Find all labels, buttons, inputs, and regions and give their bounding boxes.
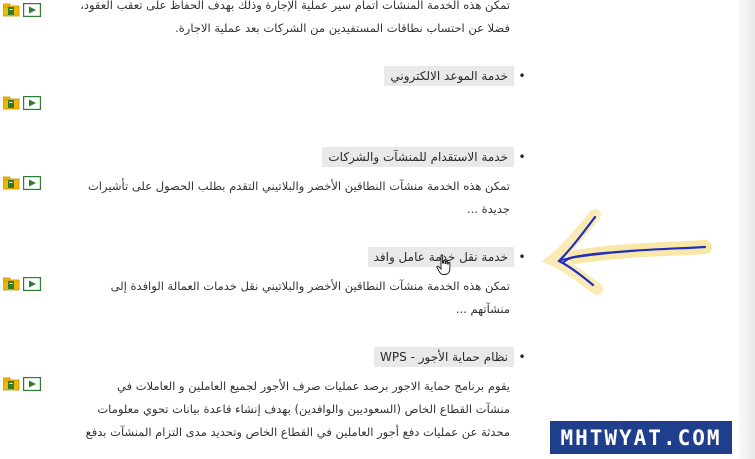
bullet: • xyxy=(518,350,526,364)
service-description: تمكن هذه الخدمة المنشآت اتمام سير عملية … xyxy=(80,0,510,35)
service-actions xyxy=(2,376,42,392)
service-title-link[interactable]: خدمة نقل خدمة عامل وافد xyxy=(367,247,514,267)
service-title-link[interactable]: نظام حماية الأجور - WPS xyxy=(374,347,514,367)
service-title-link[interactable]: خدمة الاستقدام للمنشآت والشركات xyxy=(322,147,514,167)
folder-icon[interactable] xyxy=(2,376,20,391)
bullet: • xyxy=(518,150,526,164)
service-actions xyxy=(2,2,42,18)
services-list: تمكن هذه الخدمة المنشآت اتمام سير عملية … xyxy=(0,0,530,459)
play-icon[interactable] xyxy=(22,175,42,191)
page: تمكن هذه الخدمة المنشآت اتمام سير عملية … xyxy=(0,0,755,459)
service-description: تمكن هذه الخدمة منشآت النطاقين الأخضر وا… xyxy=(110,279,510,316)
service-title-row: • خدمة الموعد الالكتروني xyxy=(384,64,530,88)
service-actions xyxy=(2,175,42,191)
service-actions xyxy=(2,276,42,292)
bullet: • xyxy=(518,69,526,83)
page-edge-shadow xyxy=(738,0,755,459)
watermark-logo: MHTWYAT.COM xyxy=(550,421,732,454)
play-icon[interactable] xyxy=(22,2,42,18)
service-title-link[interactable]: خدمة الموعد الالكتروني xyxy=(384,66,514,86)
folder-icon[interactable] xyxy=(2,175,20,190)
play-icon[interactable] xyxy=(22,95,42,111)
play-icon[interactable] xyxy=(22,276,42,292)
bullet: • xyxy=(518,250,526,264)
service-description: يقوم برنامج حماية الاجور برصد عمليات صرف… xyxy=(85,379,510,439)
service-title-row: • نظام حماية الأجور - WPS xyxy=(374,345,530,369)
folder-icon[interactable] xyxy=(2,2,20,17)
annotation-arrow-icon xyxy=(535,205,735,295)
folder-icon[interactable] xyxy=(2,95,20,110)
folder-icon[interactable] xyxy=(2,276,20,291)
service-actions xyxy=(2,95,42,111)
service-title-row: • خدمة نقل خدمة عامل وافد xyxy=(367,245,530,269)
service-title-row: • خدمة الاستقدام للمنشآت والشركات xyxy=(322,145,530,169)
play-icon[interactable] xyxy=(22,376,42,392)
service-description: تمكن هذه الخدمة منشآت النطاقين الأخضر وا… xyxy=(87,179,510,216)
